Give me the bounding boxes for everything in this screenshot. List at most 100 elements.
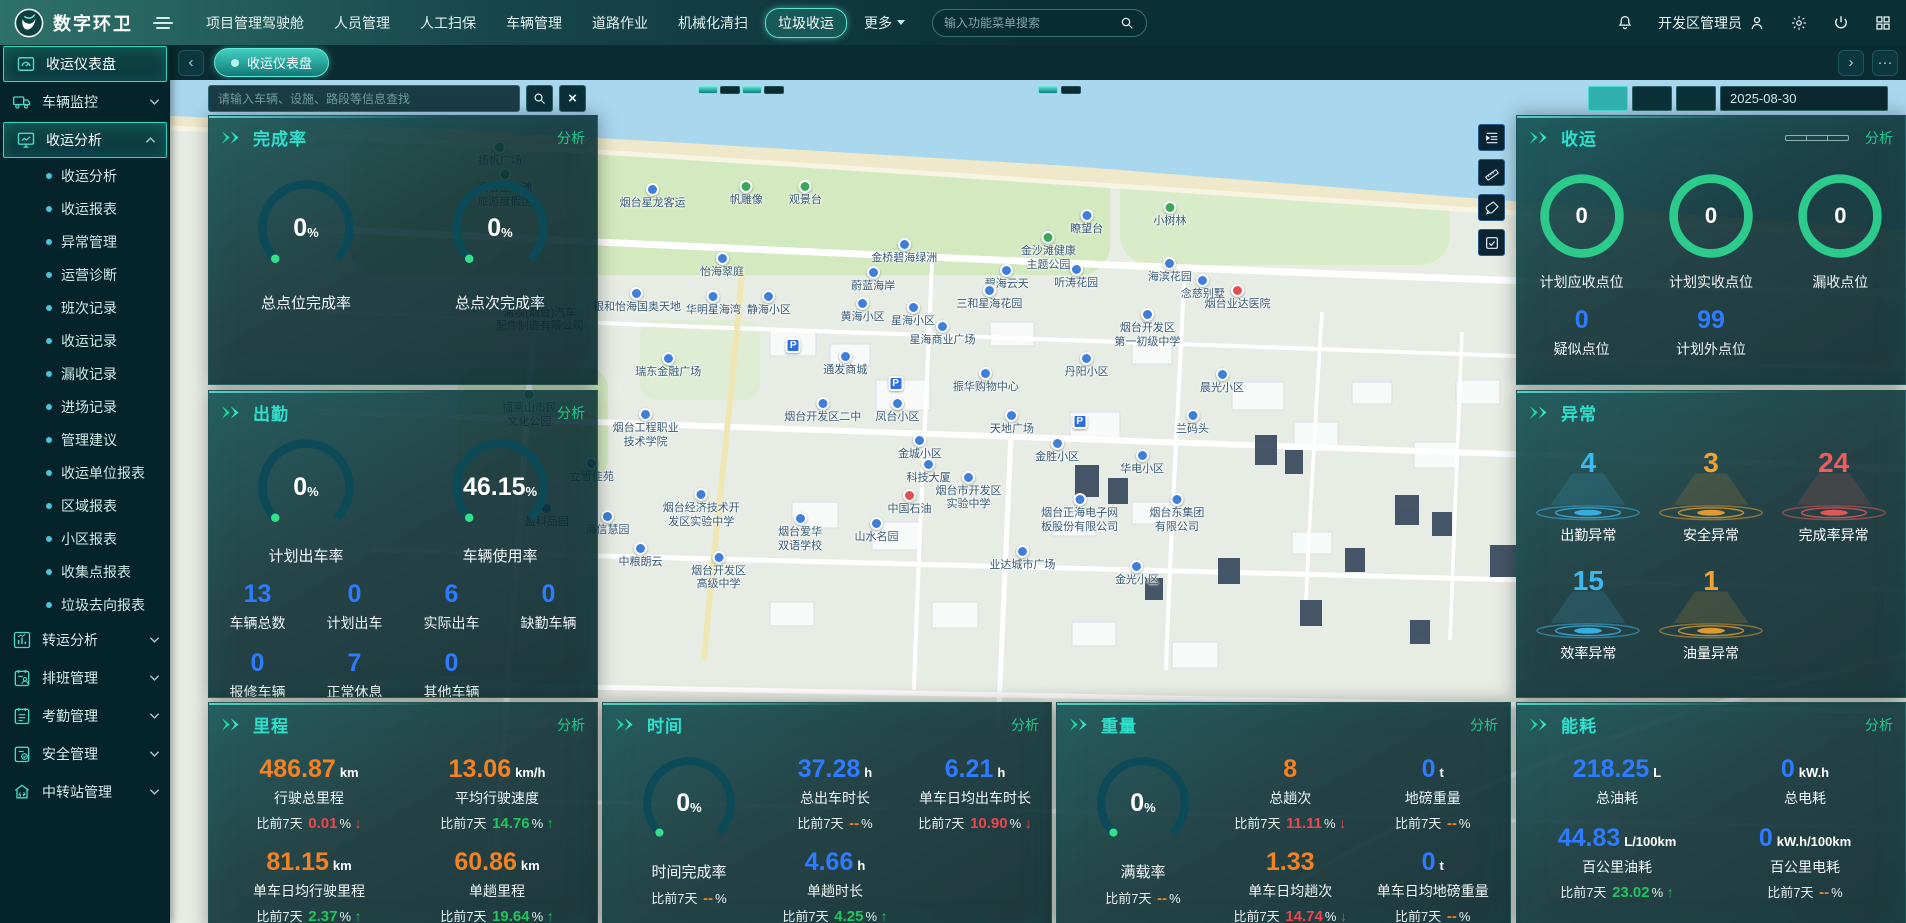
collection-tab[interactable] xyxy=(1827,135,1848,140)
map-mode-toggle[interactable] xyxy=(1061,86,1081,94)
map-poi[interactable]: 听涛花园 xyxy=(1054,263,1098,291)
map-layer-toggle[interactable] xyxy=(720,86,740,94)
search-icon[interactable] xyxy=(1119,15,1135,31)
sidebar-item[interactable]: 中转站管理 xyxy=(0,773,170,811)
map-poi[interactable]: 兰码头 xyxy=(1176,408,1209,437)
map-poi[interactable]: 三和星海花园 xyxy=(956,284,1022,312)
weight-analysis-link[interactable]: 分析 xyxy=(1470,715,1498,735)
map-poi[interactable]: 华明星海湾 xyxy=(686,290,741,318)
menu-search[interactable] xyxy=(932,8,1147,37)
date-field[interactable] xyxy=(1720,86,1906,111)
map-layer-toggle[interactable] xyxy=(742,86,762,94)
map-poi[interactable]: 烟台开发区 高级中学 xyxy=(691,550,746,593)
sidebar-item[interactable]: 安全管理 xyxy=(0,735,170,773)
energy-analysis-link[interactable]: 分析 xyxy=(1865,715,1893,735)
tab-forward-button[interactable]: › xyxy=(1838,49,1864,76)
map-poi[interactable]: P xyxy=(1072,414,1088,430)
sidebar-sub-item[interactable]: 收运分析 xyxy=(0,159,170,192)
sidebar-sub-item[interactable]: 区域报表 xyxy=(0,489,170,522)
map-layer-toggle[interactable] xyxy=(698,86,718,94)
mileage-analysis-link[interactable]: 分析 xyxy=(557,715,585,735)
date-quick-button[interactable] xyxy=(1588,86,1628,111)
collection-tab[interactable] xyxy=(1786,136,1806,140)
bell-icon[interactable] xyxy=(1616,14,1634,32)
map-poi[interactable]: 烟台市开发区 实验中学 xyxy=(936,470,1002,513)
map-poi[interactable]: 烟台开发区二中 xyxy=(784,397,861,425)
map-poi[interactable]: 烟台正海电子网 板股份有限公司 xyxy=(1041,493,1118,535)
sidebar-sub-item[interactable]: 收运单位报表 xyxy=(0,456,170,489)
sidebar-item[interactable]: 排班管理 xyxy=(0,659,170,697)
sidebar-sub-item[interactable]: 异常管理 xyxy=(0,225,170,258)
map-poi[interactable]: 小树林 xyxy=(1153,200,1186,229)
sidebar-sub-item[interactable]: 收运记录 xyxy=(0,324,170,357)
map-poi[interactable]: 业达城市广场 xyxy=(989,544,1055,573)
map-poi[interactable]: 金光小区 xyxy=(1115,559,1159,588)
map-poi[interactable]: 银和怡海国奥天地 xyxy=(593,286,681,315)
gear-icon[interactable] xyxy=(1790,14,1808,32)
map-search[interactable] xyxy=(208,85,520,112)
map-poi[interactable]: 烟台爱华 双语学校 xyxy=(778,511,822,554)
map-poi[interactable]: 烟台东集团 有限公司 xyxy=(1149,493,1204,535)
map-poi[interactable]: 振华购物中心 xyxy=(953,366,1019,395)
topbar-nav-item[interactable]: 人员管理 xyxy=(321,8,403,38)
sidebar-item[interactable]: 收运分析 xyxy=(3,122,167,158)
completion-analysis-link[interactable]: 分析 xyxy=(557,128,585,148)
sidebar-item[interactable]: 考勤管理 xyxy=(0,697,170,735)
hamburger-menu-icon[interactable] xyxy=(153,16,173,29)
map-poi[interactable]: 山水名园 xyxy=(855,516,899,545)
attendance-analysis-link[interactable]: 分析 xyxy=(557,403,585,423)
map-layer-toggle[interactable] xyxy=(764,86,784,94)
map-poi[interactable]: 怡海翠庭 xyxy=(700,252,744,280)
map-poi[interactable]: 天地广场 xyxy=(990,408,1034,437)
topbar-nav-item[interactable]: 人工扫保 xyxy=(407,8,489,38)
map-search-button[interactable] xyxy=(526,85,553,112)
topbar-nav-item[interactable]: 道路作业 xyxy=(579,8,661,38)
layer-list-icon[interactable] xyxy=(1478,124,1505,151)
brush-icon[interactable] xyxy=(1478,194,1505,221)
menu-search-input[interactable] xyxy=(944,15,1111,30)
sidebar-sub-item[interactable]: 运营诊断 xyxy=(0,258,170,291)
map-poi[interactable]: 凤台小区 xyxy=(875,397,919,425)
sidebar-sub-item[interactable]: 收运报表 xyxy=(0,192,170,225)
sidebar-sub-item[interactable]: 漏收记录 xyxy=(0,357,170,390)
map-poi[interactable]: 金桥碧海绿洲 xyxy=(871,237,937,266)
topbar-nav-item[interactable]: 车辆管理 xyxy=(493,8,575,38)
date-quick-button[interactable] xyxy=(1632,86,1672,111)
sidebar-sub-item[interactable]: 小区报表 xyxy=(0,522,170,555)
active-tab[interactable]: 收运仪表盘 xyxy=(214,48,330,77)
date-input[interactable] xyxy=(1730,91,1906,106)
collection-tab[interactable] xyxy=(1806,135,1827,140)
ruler-icon[interactable] xyxy=(1478,159,1505,186)
map-poi[interactable]: 金胜小区 xyxy=(1035,436,1079,465)
sidebar-item[interactable]: 收运仪表盘 xyxy=(3,46,167,82)
map-poi[interactable]: 中粮朗云 xyxy=(618,542,662,570)
tab-more-button[interactable]: ··· xyxy=(1872,49,1898,76)
apps-grid-icon[interactable] xyxy=(1874,14,1892,32)
checkbox-icon[interactable] xyxy=(1478,229,1505,256)
collection-analysis-link[interactable]: 分析 xyxy=(1865,128,1893,148)
sidebar-sub-item[interactable]: 进场记录 xyxy=(0,390,170,423)
map-poi[interactable]: P xyxy=(888,376,904,392)
map-search-input[interactable] xyxy=(218,91,510,106)
sidebar-sub-item[interactable]: 管理建议 xyxy=(0,423,170,456)
map-poi[interactable]: 烟台开发区 第一初级中学 xyxy=(1114,307,1180,350)
time-analysis-link[interactable]: 分析 xyxy=(1011,715,1039,735)
map-search-clear-button[interactable]: × xyxy=(559,85,586,112)
power-icon[interactable] xyxy=(1832,14,1850,32)
map-mode-toggle[interactable] xyxy=(1038,86,1058,94)
map-poi[interactable]: 烟台星龙客运 xyxy=(620,183,686,211)
user-menu[interactable]: 开发区管理员 xyxy=(1658,13,1766,33)
map-poi[interactable]: 瑞东金融广场 xyxy=(635,351,701,380)
map-poi[interactable]: 中国石油 xyxy=(888,489,932,517)
map-poi[interactable]: 静海小区 xyxy=(747,290,791,318)
sidebar-item[interactable]: 转运分析 xyxy=(0,621,170,659)
map-poi[interactable]: 晨光小区 xyxy=(1200,367,1244,396)
map-poi[interactable]: 黄海小区 xyxy=(841,296,885,325)
sidebar-sub-item[interactable]: 班次记录 xyxy=(0,291,170,324)
map-poi[interactable]: 星海商业广场 xyxy=(910,319,976,348)
sidebar-item[interactable]: 车辆监控 xyxy=(0,83,170,121)
map-poi[interactable]: 烟台经济技术开 发区实验中学 xyxy=(663,488,740,530)
map-poi[interactable]: 通发商城 xyxy=(823,349,867,378)
map-poi[interactable]: 观景台 xyxy=(789,179,822,208)
topbar-nav-item[interactable]: 机械化清扫 xyxy=(665,8,761,38)
